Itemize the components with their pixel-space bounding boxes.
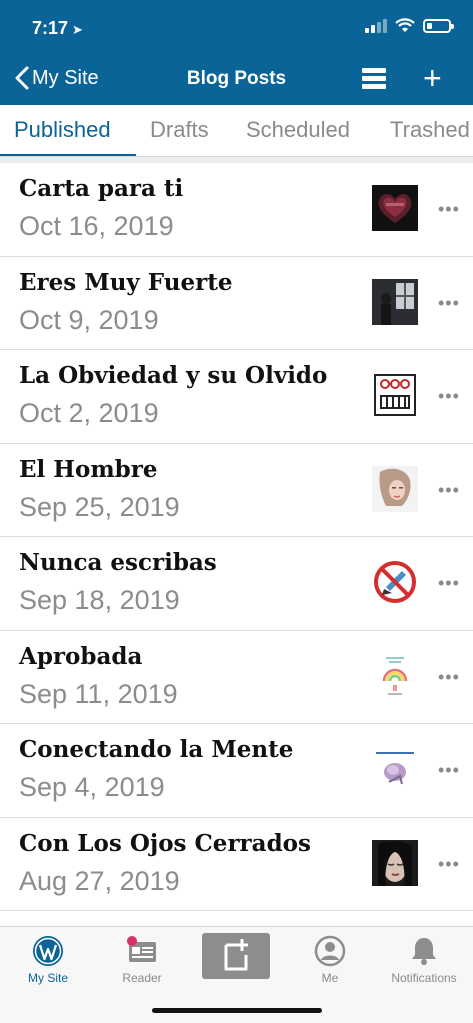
tab-me-label: Me: [321, 971, 339, 985]
write-post-button[interactable]: [202, 933, 270, 979]
status-time: 7:17 ➤: [32, 18, 83, 39]
post-more-button[interactable]: •••: [438, 293, 460, 314]
tab-reader[interactable]: Reader: [95, 935, 189, 985]
write-post-icon: [224, 939, 248, 971]
post-date: Aug 27, 2019: [19, 865, 180, 896]
post-row[interactable]: Con Los Ojos Cerrados Aug 27, 2019 •••: [0, 817, 473, 911]
tab-drafts[interactable]: Drafts: [150, 117, 209, 143]
dark-room-figure-image: [372, 278, 418, 325]
post-row[interactable]: Carta para ti Oct 16, 2019 •••: [0, 163, 473, 257]
tab-reader-label: Reader: [122, 971, 162, 985]
reader-icon: [127, 936, 156, 962]
battery-level: [427, 23, 432, 29]
list-view-button[interactable]: [362, 68, 386, 90]
post-date: Sep 25, 2019: [19, 491, 180, 522]
post-row[interactable]: Nunca escribas Sep 18, 2019 •••: [0, 537, 473, 631]
chevron-left-icon: [15, 66, 29, 90]
home-indicator: [152, 1008, 322, 1013]
post-date: Oct 16, 2019: [19, 211, 174, 241]
post-more-button[interactable]: •••: [438, 386, 460, 407]
tab-me[interactable]: Me: [283, 935, 377, 985]
woman-portrait-image: [372, 465, 418, 512]
wordpress-icon: [33, 936, 63, 966]
tab-trashed[interactable]: Trashed: [390, 117, 470, 143]
post-row[interactable]: La Obviedad y su Olvido Oct 2, 2019 •••: [0, 350, 473, 444]
tab-my-site-label: My Site: [27, 971, 68, 985]
back-button[interactable]: My Site: [14, 66, 99, 90]
post-more-button[interactable]: •••: [438, 573, 460, 594]
add-post-button[interactable]: +: [423, 62, 442, 94]
post-date: Oct 9, 2019: [19, 304, 159, 335]
status-icons: [365, 18, 454, 34]
robot-face-image: [372, 372, 418, 418]
tab-notifications[interactable]: Notifications: [377, 935, 471, 985]
post-title: Eres Muy Fuerte: [19, 268, 233, 296]
post-more-button[interactable]: •••: [438, 480, 460, 501]
rainbow-document-image: [372, 652, 418, 699]
post-title: Con Los Ojos Cerrados: [19, 829, 311, 857]
post-more-button[interactable]: •••: [438, 760, 460, 781]
post-date: Sep 4, 2019: [19, 772, 165, 802]
tab-published[interactable]: Published: [14, 117, 111, 143]
heart-collage-image: [372, 185, 418, 231]
post-row[interactable]: Aprobada Sep 11, 2019 •••: [0, 630, 473, 724]
status-time-text: 7:17: [32, 18, 69, 38]
face-closed-eyes-image: [372, 839, 418, 886]
post-title: La Obviedad y su Olvido: [19, 362, 328, 389]
app-header: 7:17 ➤ My Site Blog Posts +: [0, 0, 473, 105]
post-more-button[interactable]: •••: [438, 667, 460, 688]
profile-icon: [314, 935, 346, 967]
bell-icon: [412, 938, 436, 965]
post-title: Carta para ti: [19, 175, 184, 202]
post-title: El Hombre: [19, 455, 158, 483]
post-row[interactable]: El Hombre Sep 25, 2019 •••: [0, 443, 473, 537]
post-more-button[interactable]: •••: [438, 854, 460, 875]
post-list: Carta para ti Oct 16, 2019 ••• Eres Muy …: [0, 163, 473, 911]
back-button-label: My Site: [32, 66, 99, 89]
battery-icon: [423, 19, 454, 33]
post-row[interactable]: Eres Muy Fuerte Oct 9, 2019 •••: [0, 256, 473, 350]
tab-notifications-label: Notifications: [391, 971, 457, 985]
no-writing-sign-image: [372, 559, 418, 605]
post-more-button[interactable]: •••: [438, 199, 460, 220]
post-title: Conectando la Mente: [19, 736, 294, 763]
cellular-signal-icon: [365, 19, 387, 33]
tab-scheduled[interactable]: Scheduled: [246, 117, 350, 143]
post-title: Nunca escribas: [19, 549, 217, 576]
post-date: Sep 18, 2019: [19, 585, 180, 615]
wifi-icon: [395, 18, 415, 32]
post-row[interactable]: Conectando la Mente Sep 4, 2019 •••: [0, 724, 473, 818]
post-status-tabs: Published Drafts Scheduled Trashed: [0, 105, 473, 157]
post-date: Sep 11, 2019: [19, 678, 178, 709]
location-arrow-icon: ➤: [72, 22, 83, 37]
reader-badge: [127, 936, 137, 946]
brain-diagram-image: [372, 746, 418, 792]
tab-my-site[interactable]: My Site: [1, 935, 95, 985]
post-date: Oct 2, 2019: [19, 398, 159, 428]
post-title: Aprobada: [19, 642, 143, 670]
